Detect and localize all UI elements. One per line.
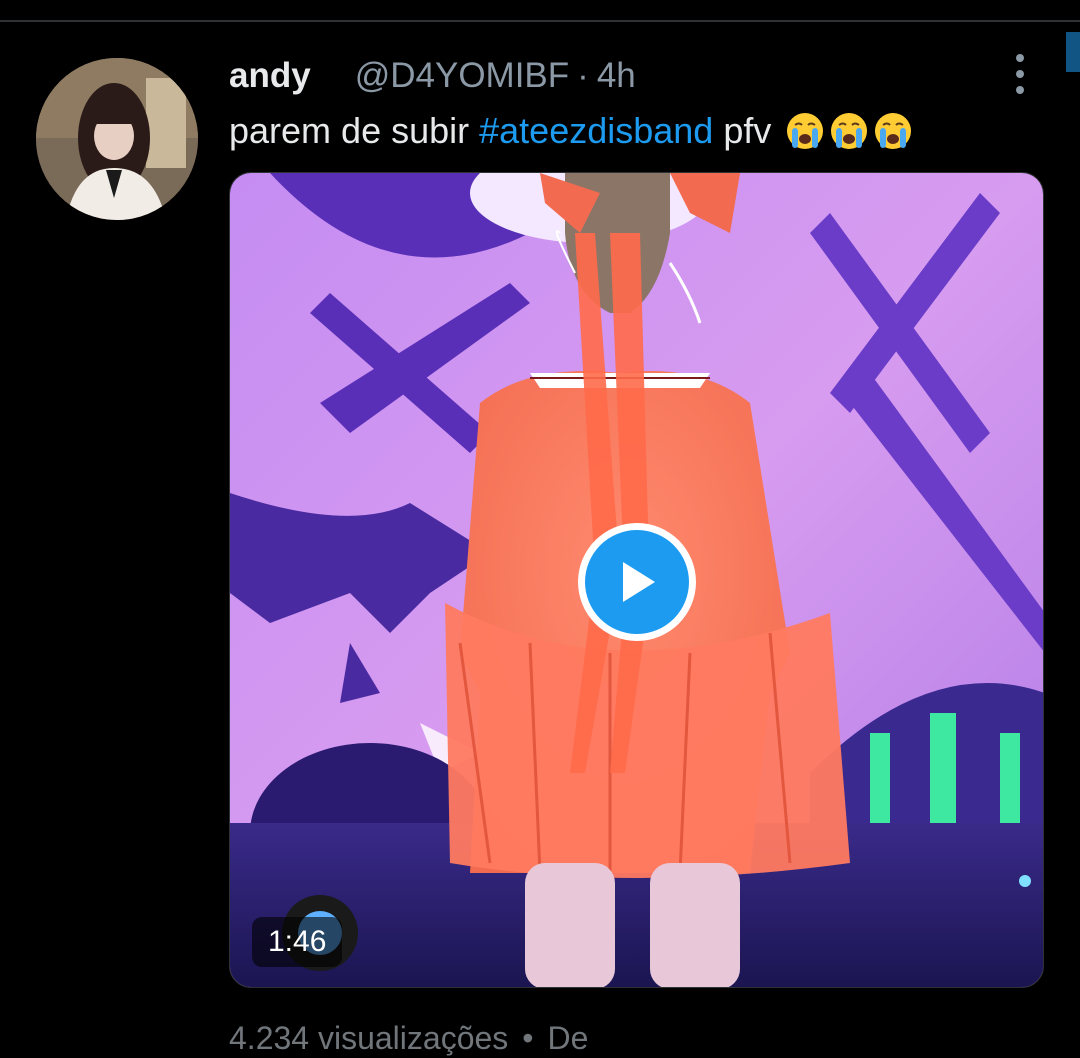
source-label: De [547,1019,589,1056]
header-separator: · [577,56,589,95]
tweet-footer: 4.234 visualizações • De [229,1018,588,1058]
top-divider [0,20,1080,22]
avatar[interactable] [36,58,198,220]
tweet-header: andy @D4YOMIBF · 4h [229,56,636,96]
tweet-text-before: parem de subir [229,110,480,151]
play-button[interactable] [578,523,696,641]
more-vertical-icon-dot [1016,70,1024,78]
crying-face-emoji-icon [831,113,868,149]
display-name[interactable]: andy [229,56,311,96]
scroll-indicator [1066,32,1080,72]
hashtag-link[interactable]: #ateezdisband [479,110,713,152]
view-count: 4.234 visualizações [229,1019,509,1056]
more-vertical-icon-dot [1016,54,1024,62]
video-thumbnail[interactable]: 1:46 [229,172,1044,988]
more-options-button[interactable] [1006,54,1034,94]
crying-face-emoji-icon [875,113,912,149]
crying-face-emoji-icon [787,113,824,149]
video-duration-badge: 1:46 [252,917,343,967]
more-vertical-icon-dot [1016,86,1024,94]
footer-separator: • [522,1019,534,1056]
tweet-text: parem de subir #ateezdisband pfv [229,108,913,154]
tweet-time[interactable]: 4h [597,56,636,96]
user-handle[interactable]: @D4YOMIBF [355,56,569,96]
tweet-text-after: pfv [713,110,772,151]
play-icon [585,530,689,634]
